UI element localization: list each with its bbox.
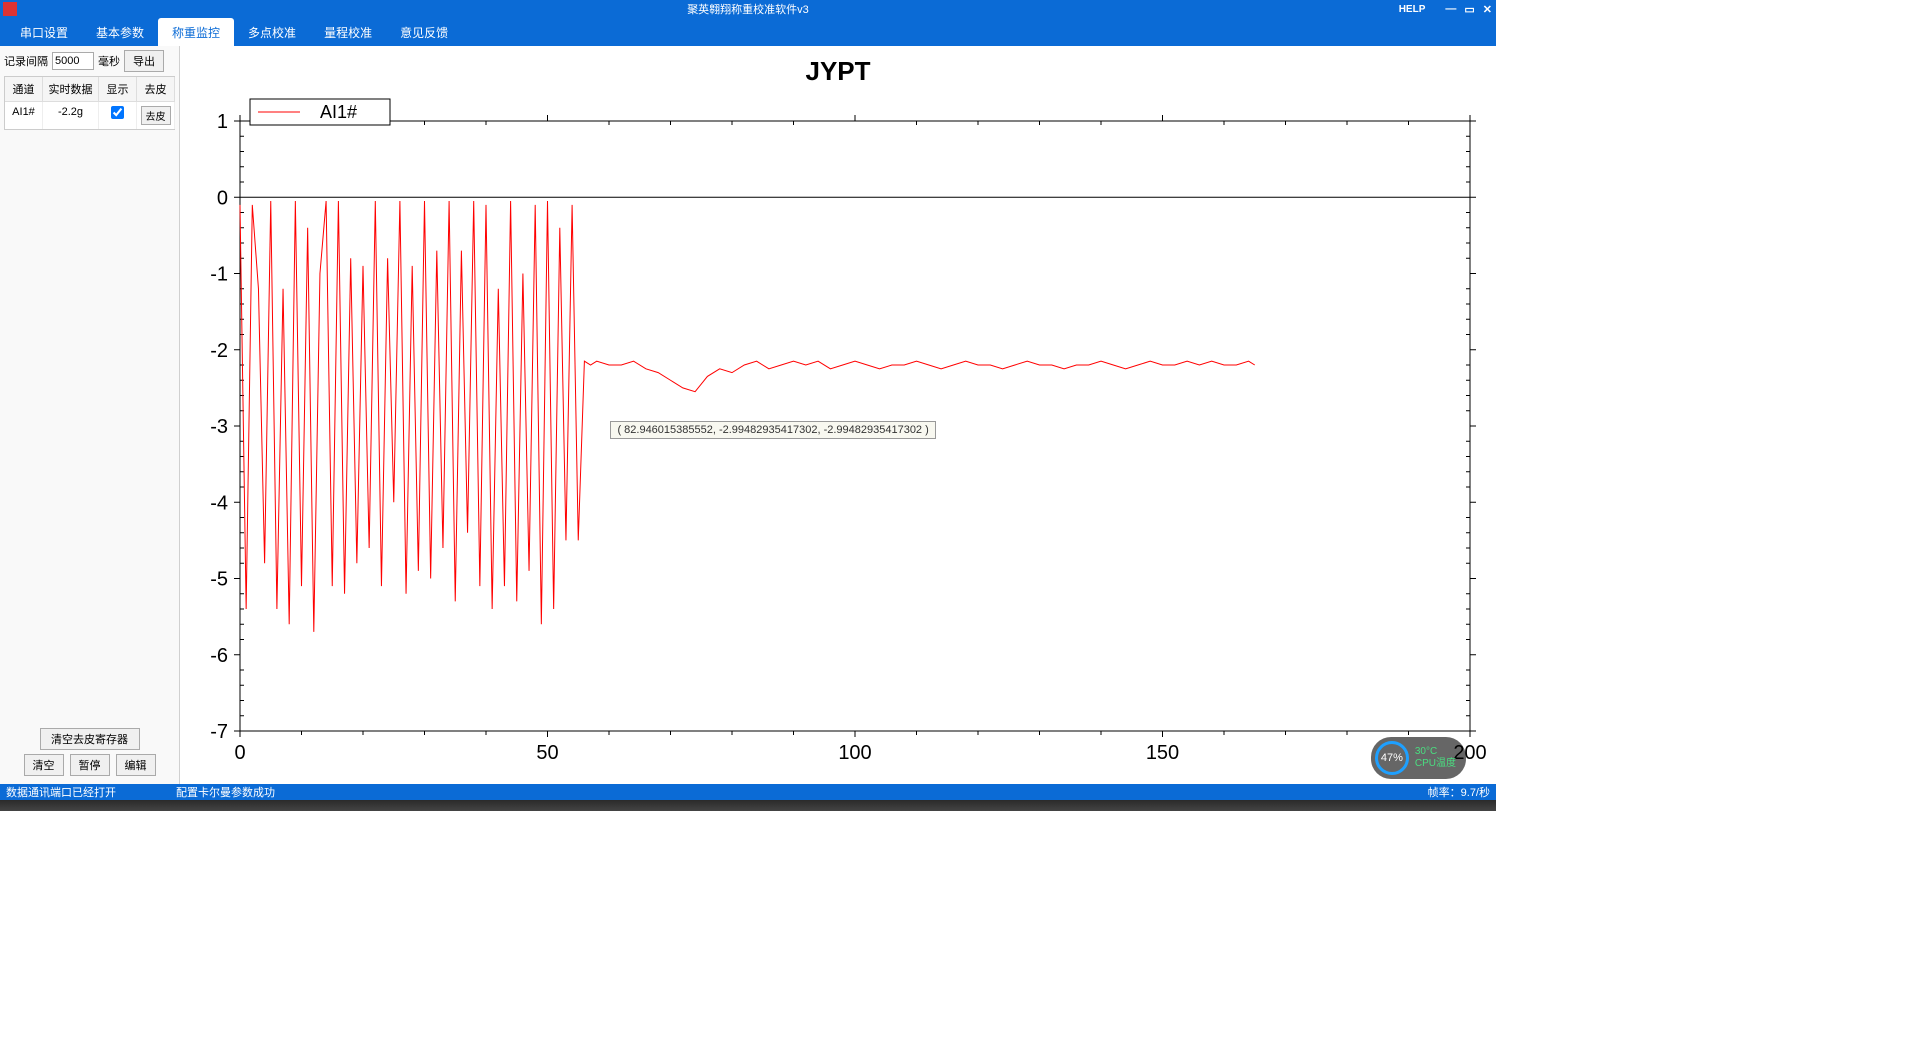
clear-button[interactable]: 清空 [24,754,64,776]
svg-text:0: 0 [217,187,228,209]
cpu-temp-label: CPU温度 [1415,758,1456,770]
show-checkbox[interactable] [111,106,124,119]
svg-text:1: 1 [217,111,228,133]
tare-button[interactable]: 去皮 [141,106,171,125]
svg-text:-2: -2 [210,340,228,362]
svg-text:-5: -5 [210,569,228,591]
channel-table: 通道 实时数据 显示 去皮 AI1# -2.2g 去皮 [4,76,175,130]
chart-title: JYPT [180,46,1496,91]
sidebar: 记录间隔 毫秒 导出 通道 实时数据 显示 去皮 AI1# -2.2g 去皮 清… [0,46,180,784]
svg-text:AI1#: AI1# [320,102,357,122]
maximize-icon[interactable]: ▭ [1464,3,1474,16]
cell-value: -2.2g [43,102,99,129]
cell-channel: AI1# [5,102,43,129]
edit-button[interactable]: 编辑 [116,754,156,776]
help-link[interactable]: HELP [1399,4,1426,15]
chart-area: JYPT -7-6-5-4-3-2-101050100150200AI1# ( … [180,46,1496,784]
tab-serial-settings[interactable]: 串口设置 [6,18,82,46]
status-fps: 帧率：9.7/秒 [1428,784,1490,800]
status-config: 配置卡尔曼参数成功 [176,784,275,800]
export-button[interactable]: 导出 [124,50,164,72]
col-channel: 通道 [5,77,43,102]
tab-weighing-monitor[interactable]: 称重监控 [158,18,234,46]
clear-tare-register-button[interactable]: 清空去皮寄存器 [40,728,140,750]
cpu-percent: 47% [1375,741,1409,775]
main-tabs: 串口设置 基本参数 称重监控 多点校准 量程校准 意见反馈 [0,18,1496,46]
tab-feedback[interactable]: 意见反馈 [386,18,462,46]
svg-text:50: 50 [536,742,558,764]
tab-range-calibration[interactable]: 量程校准 [310,18,386,46]
svg-text:150: 150 [1146,742,1179,764]
taskbar [0,800,1496,811]
record-interval-label: 记录间隔 [4,53,48,69]
pause-button[interactable]: 暂停 [70,754,110,776]
titlebar: 聚英翱翔称重校准软件v3 HELP — ▭ ✕ [0,0,1496,18]
ms-label: 毫秒 [98,53,120,69]
table-row: AI1# -2.2g 去皮 [5,102,174,129]
svg-text:-1: -1 [210,264,228,286]
record-interval-input[interactable] [52,52,94,70]
col-realtime: 实时数据 [43,77,99,102]
svg-text:-6: -6 [210,645,228,667]
app-icon [3,2,17,16]
app-title: 聚英翱翔称重校准软件v3 [687,1,809,17]
svg-text:-7: -7 [210,721,228,743]
status-bar: 数据通讯端口已经打开 配置卡尔曼参数成功 帧率：9.7/秒 [0,784,1496,800]
cpu-widget[interactable]: 47% 30°C CPU温度 [1371,737,1466,779]
tab-multipoint-calibration[interactable]: 多点校准 [234,18,310,46]
svg-text:-3: -3 [210,416,228,438]
col-show: 显示 [99,77,137,102]
svg-text:0: 0 [234,742,245,764]
svg-text:100: 100 [838,742,871,764]
minimize-icon[interactable]: — [1445,3,1456,15]
cpu-temp: 30°C [1415,746,1456,758]
tab-basic-params[interactable]: 基本参数 [82,18,158,46]
chart-tooltip: ( 82.946015385552, -2.99482935417302, -2… [610,421,935,439]
status-port: 数据通讯端口已经打开 [6,784,116,800]
close-icon[interactable]: ✕ [1483,3,1492,16]
col-tare: 去皮 [137,77,175,102]
svg-text:-4: -4 [210,492,228,514]
